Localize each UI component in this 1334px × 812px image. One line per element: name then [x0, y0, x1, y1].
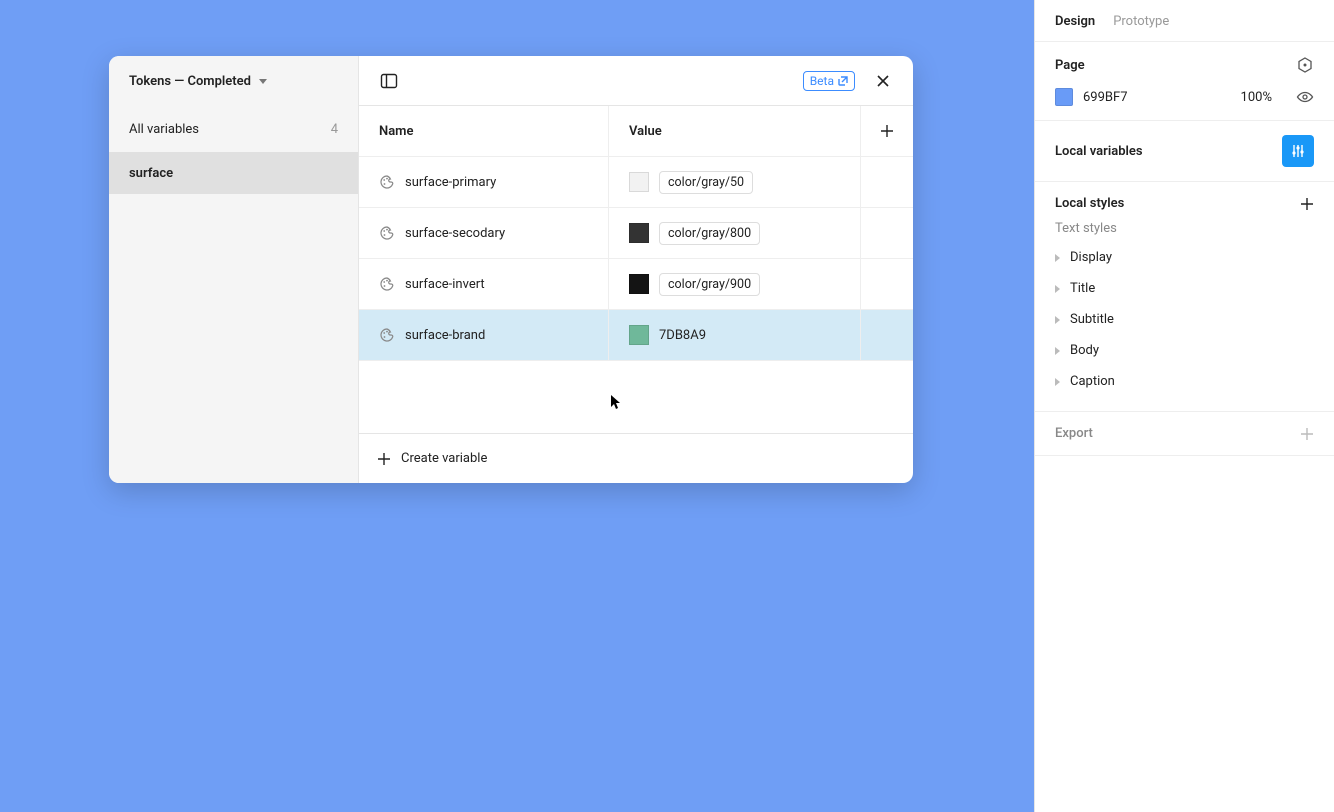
value-swatch [629, 274, 649, 294]
export-section: Export [1035, 412, 1334, 456]
close-button[interactable] [871, 69, 895, 93]
local-styles-title: Local styles [1055, 196, 1124, 211]
page-color-row[interactable]: 699BF7 100% [1055, 88, 1314, 106]
collection-selector[interactable]: Tokens — Completed [109, 56, 358, 106]
all-variables-count: 4 [331, 122, 338, 137]
value-label: color/gray/900 [659, 273, 760, 296]
plus-icon [1300, 197, 1314, 211]
variable-group-label: surface [129, 166, 173, 181]
variable-row[interactable]: surface-secodary color/gray/800 [359, 208, 913, 259]
export-title: Export [1055, 426, 1093, 441]
local-styles-section: Local styles Text styles Display Title Sub… [1035, 182, 1334, 412]
create-variable-row[interactable]: Create variable [359, 433, 913, 483]
text-style-label: Display [1070, 250, 1112, 265]
chevron-down-icon [259, 79, 267, 84]
external-link-icon [838, 76, 848, 86]
page-opacity-value: 100% [1241, 90, 1272, 105]
canvas: Tokens — Completed All variables 4 surfa… [0, 0, 1034, 812]
chevron-right-icon [1055, 285, 1060, 293]
value-swatch [629, 223, 649, 243]
variable-row[interactable]: surface-primary color/gray/50 [359, 157, 913, 208]
all-variables-label: All variables [129, 122, 199, 137]
sliders-icon [1290, 143, 1306, 159]
column-name: Name [379, 124, 413, 139]
text-style-label: Subtitle [1070, 312, 1114, 327]
visibility-toggle[interactable] [1296, 88, 1314, 106]
all-variables-row[interactable]: All variables 4 [109, 106, 358, 152]
page-orientation-button[interactable] [1296, 56, 1314, 74]
eye-icon [1296, 88, 1314, 106]
variable-row[interactable]: surface-invert color/gray/900 [359, 259, 913, 310]
color-type-icon [379, 327, 395, 343]
value-label: color/gray/800 [659, 222, 760, 245]
dialog-sidebar: Tokens — Completed All variables 4 surfa… [109, 56, 359, 483]
page-section: Page 699BF7 100% [1035, 42, 1334, 121]
panel-toggle-button[interactable] [377, 69, 401, 93]
create-variable-label: Create variable [401, 451, 487, 466]
dialog-main: Beta Name Value [359, 56, 913, 483]
text-style-item[interactable]: Display [1055, 242, 1314, 273]
variable-name: surface-brand [405, 328, 485, 343]
text-style-item[interactable]: Title [1055, 273, 1314, 304]
variables-dialog: Tokens — Completed All variables 4 surfa… [109, 56, 913, 483]
text-style-item[interactable]: Caption [1055, 366, 1314, 397]
value-label: color/gray/50 [659, 171, 753, 194]
rotate-icon [1296, 56, 1314, 74]
variable-name: surface-secodary [405, 226, 505, 241]
chevron-right-icon [1055, 254, 1060, 262]
beta-badge[interactable]: Beta [803, 71, 855, 91]
text-style-item[interactable]: Subtitle [1055, 304, 1314, 335]
variable-row[interactable]: surface-brand 7DB8A9 [359, 310, 913, 361]
inspector-panel: Design Prototype Page 699BF7 100% [1034, 0, 1334, 812]
add-export-button[interactable] [1300, 427, 1314, 441]
color-type-icon [379, 225, 395, 241]
collection-title: Tokens — Completed [129, 74, 251, 89]
chevron-right-icon [1055, 347, 1060, 355]
table-header: Name Value [359, 106, 913, 157]
dialog-toolbar: Beta [359, 56, 913, 106]
color-type-icon [379, 174, 395, 190]
variable-name: surface-invert [405, 277, 485, 292]
open-variables-button[interactable] [1282, 135, 1314, 167]
text-style-item[interactable]: Body [1055, 335, 1314, 366]
panel-icon [380, 72, 398, 90]
page-color-hex: 699BF7 [1083, 90, 1128, 105]
variables-table: Name Value surface-primarycolor/gray/50s… [359, 106, 913, 433]
tab-prototype[interactable]: Prototype [1113, 14, 1169, 29]
plus-icon [377, 452, 391, 466]
inspector-tabs: Design Prototype [1035, 0, 1334, 42]
text-style-label: Caption [1070, 374, 1115, 389]
text-styles-heading: Text styles [1055, 221, 1314, 236]
close-icon [875, 73, 891, 89]
tab-design[interactable]: Design [1055, 14, 1095, 29]
local-variables-section: Local variables [1035, 121, 1334, 182]
page-color-swatch [1055, 88, 1073, 106]
add-style-button[interactable] [1300, 197, 1314, 211]
variable-group-surface[interactable]: surface [109, 152, 358, 194]
chevron-right-icon [1055, 316, 1060, 324]
page-title: Page [1055, 58, 1085, 73]
color-type-icon [379, 276, 395, 292]
add-mode-button[interactable] [875, 119, 899, 143]
beta-label: Beta [810, 74, 834, 88]
chevron-right-icon [1055, 378, 1060, 386]
plus-icon [1300, 427, 1314, 441]
column-value: Value [629, 124, 662, 139]
variable-name: surface-primary [405, 175, 496, 190]
plus-icon [880, 124, 894, 138]
local-variables-title: Local variables [1055, 144, 1143, 159]
text-style-label: Title [1070, 281, 1095, 296]
value-swatch [629, 172, 649, 192]
text-style-label: Body [1070, 343, 1099, 358]
value-swatch [629, 325, 649, 345]
value-label: 7DB8A9 [659, 328, 706, 343]
